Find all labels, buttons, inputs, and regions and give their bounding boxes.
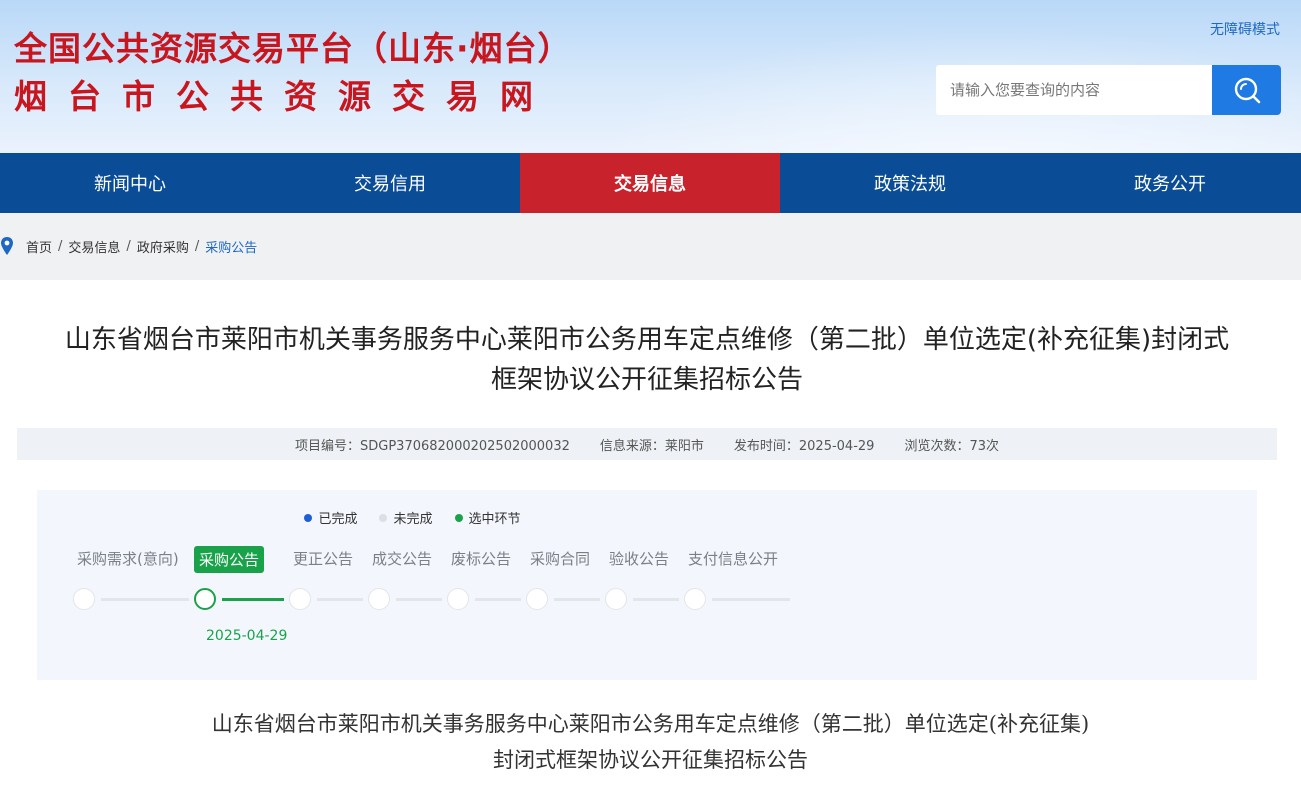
breadcrumb-separator: / [126,238,131,254]
step-connector [712,598,790,601]
nav-item-gov-affairs[interactable]: 政务公开 [1040,153,1300,213]
legend-incomplete: 未完成 [379,508,433,527]
step-node [289,588,311,610]
legend-selected: 选中环节 [454,508,521,527]
legend-dot [454,513,463,522]
article-meta: 项目编号：SDGP370682000202502000032 信息来源：莱阳市 … [17,428,1277,460]
site-title-line1: 全国公共资源交易平台（山东·烟台） [14,29,572,68]
step-node [73,588,95,610]
legend-label: 未完成 [393,512,433,527]
article-title-line1: 山东省烟台市莱阳市机关事务服务中心莱阳市公务用车定点维修（第二批）单位选定(补充… [64,325,1230,355]
step-procurement-demand[interactable]: 采购需求(意向) [77,548,179,569]
step-connector [396,598,442,601]
breadcrumb-separator: / [58,238,63,254]
step-connector [554,598,600,601]
breadcrumb: 首页 / 交易信息 / 政府采购 / 采购公告 [0,236,257,256]
site-title-line2: 烟台市公共资源交易网 [14,77,554,116]
legend-dot [304,513,313,522]
step-connector [633,598,679,601]
breadcrumb-trade-info[interactable]: 交易信息 [68,237,120,256]
step-procurement-notice[interactable]: 采购公告 [194,546,265,573]
step-connector [317,598,363,601]
step-connector [475,598,521,601]
body-title: 山东省烟台市莱阳市机关事务服务中心莱阳市公务用车定点维修（第二批）单位选定(补充… [0,706,1301,778]
step-acceptance-notice[interactable]: 验收公告 [609,548,669,569]
publish-time: 发布时间：2025-04-29 [733,438,875,454]
step-payment-info[interactable]: 支付信息公开 [688,548,778,569]
step-node [526,588,548,610]
step-abandon-notice[interactable]: 废标公告 [451,548,511,569]
body-title-line2: 封闭式框架协议公开征集招标公告 [493,748,808,772]
nav-item-news[interactable]: 新闻中心 [0,153,260,213]
process-flow-panel: 已完成 未完成 选中环节 采购需求(意向) 采购公告 更正公告 成交公告 废标公… [37,490,1257,680]
step-node-active [194,588,216,610]
main-nav: 新闻中心 交易信用 交易信息 政策法规 政务公开 [0,153,1301,213]
flow-legend: 已完成 未完成 选中环节 [37,508,788,527]
location-pin-icon [0,236,16,256]
legend-dot [379,513,388,522]
search-input[interactable] [936,65,1213,115]
step-node [447,588,469,610]
step-connector-active [222,598,284,601]
legend-label: 选中环节 [468,512,521,527]
nav-item-policy[interactable]: 政策法规 [780,153,1040,213]
article-title: 山东省烟台市莱阳市机关事务服务中心莱阳市公务用车定点维修（第二批）单位选定(补充… [17,320,1277,400]
nav-item-trade-info[interactable]: 交易信息 [520,153,780,213]
search-icon [1234,77,1260,104]
step-contract[interactable]: 采购合同 [530,548,590,569]
step-connector [101,598,189,601]
step-correction-notice[interactable]: 更正公告 [293,548,353,569]
step-deal-notice[interactable]: 成交公告 [372,548,432,569]
legend-label: 已完成 [318,512,358,527]
step-date: 2025-04-29 [206,628,288,644]
step-node [605,588,627,610]
breadcrumb-gov-procurement[interactable]: 政府采购 [137,237,189,256]
step-node [684,588,706,610]
article-title-line2: 框架协议公开征集招标公告 [490,365,803,395]
info-source: 信息来源：莱阳市 [599,438,704,454]
site-header: 全国公共资源交易平台（山东·烟台） 烟台市公共资源交易网 无障碍模式 [0,0,1301,153]
view-count: 浏览次数：73次 [904,438,999,454]
legend-completed: 已完成 [304,508,357,527]
search-button[interactable] [1212,65,1281,115]
breadcrumb-home[interactable]: 首页 [26,237,52,256]
body-title-line1: 山东省烟台市莱阳市机关事务服务中心莱阳市公务用车定点维修（第二批）单位选定(补充… [211,712,1090,736]
breadcrumb-separator: / [194,238,200,254]
accessibility-mode-link[interactable]: 无障碍模式 [1210,19,1280,39]
breadcrumb-current[interactable]: 采购公告 [205,237,257,256]
step-node [368,588,390,610]
nav-item-credit[interactable]: 交易信用 [260,153,520,213]
project-number: 项目编号：SDGP370682000202502000032 [295,438,570,454]
search-box [936,65,1281,115]
